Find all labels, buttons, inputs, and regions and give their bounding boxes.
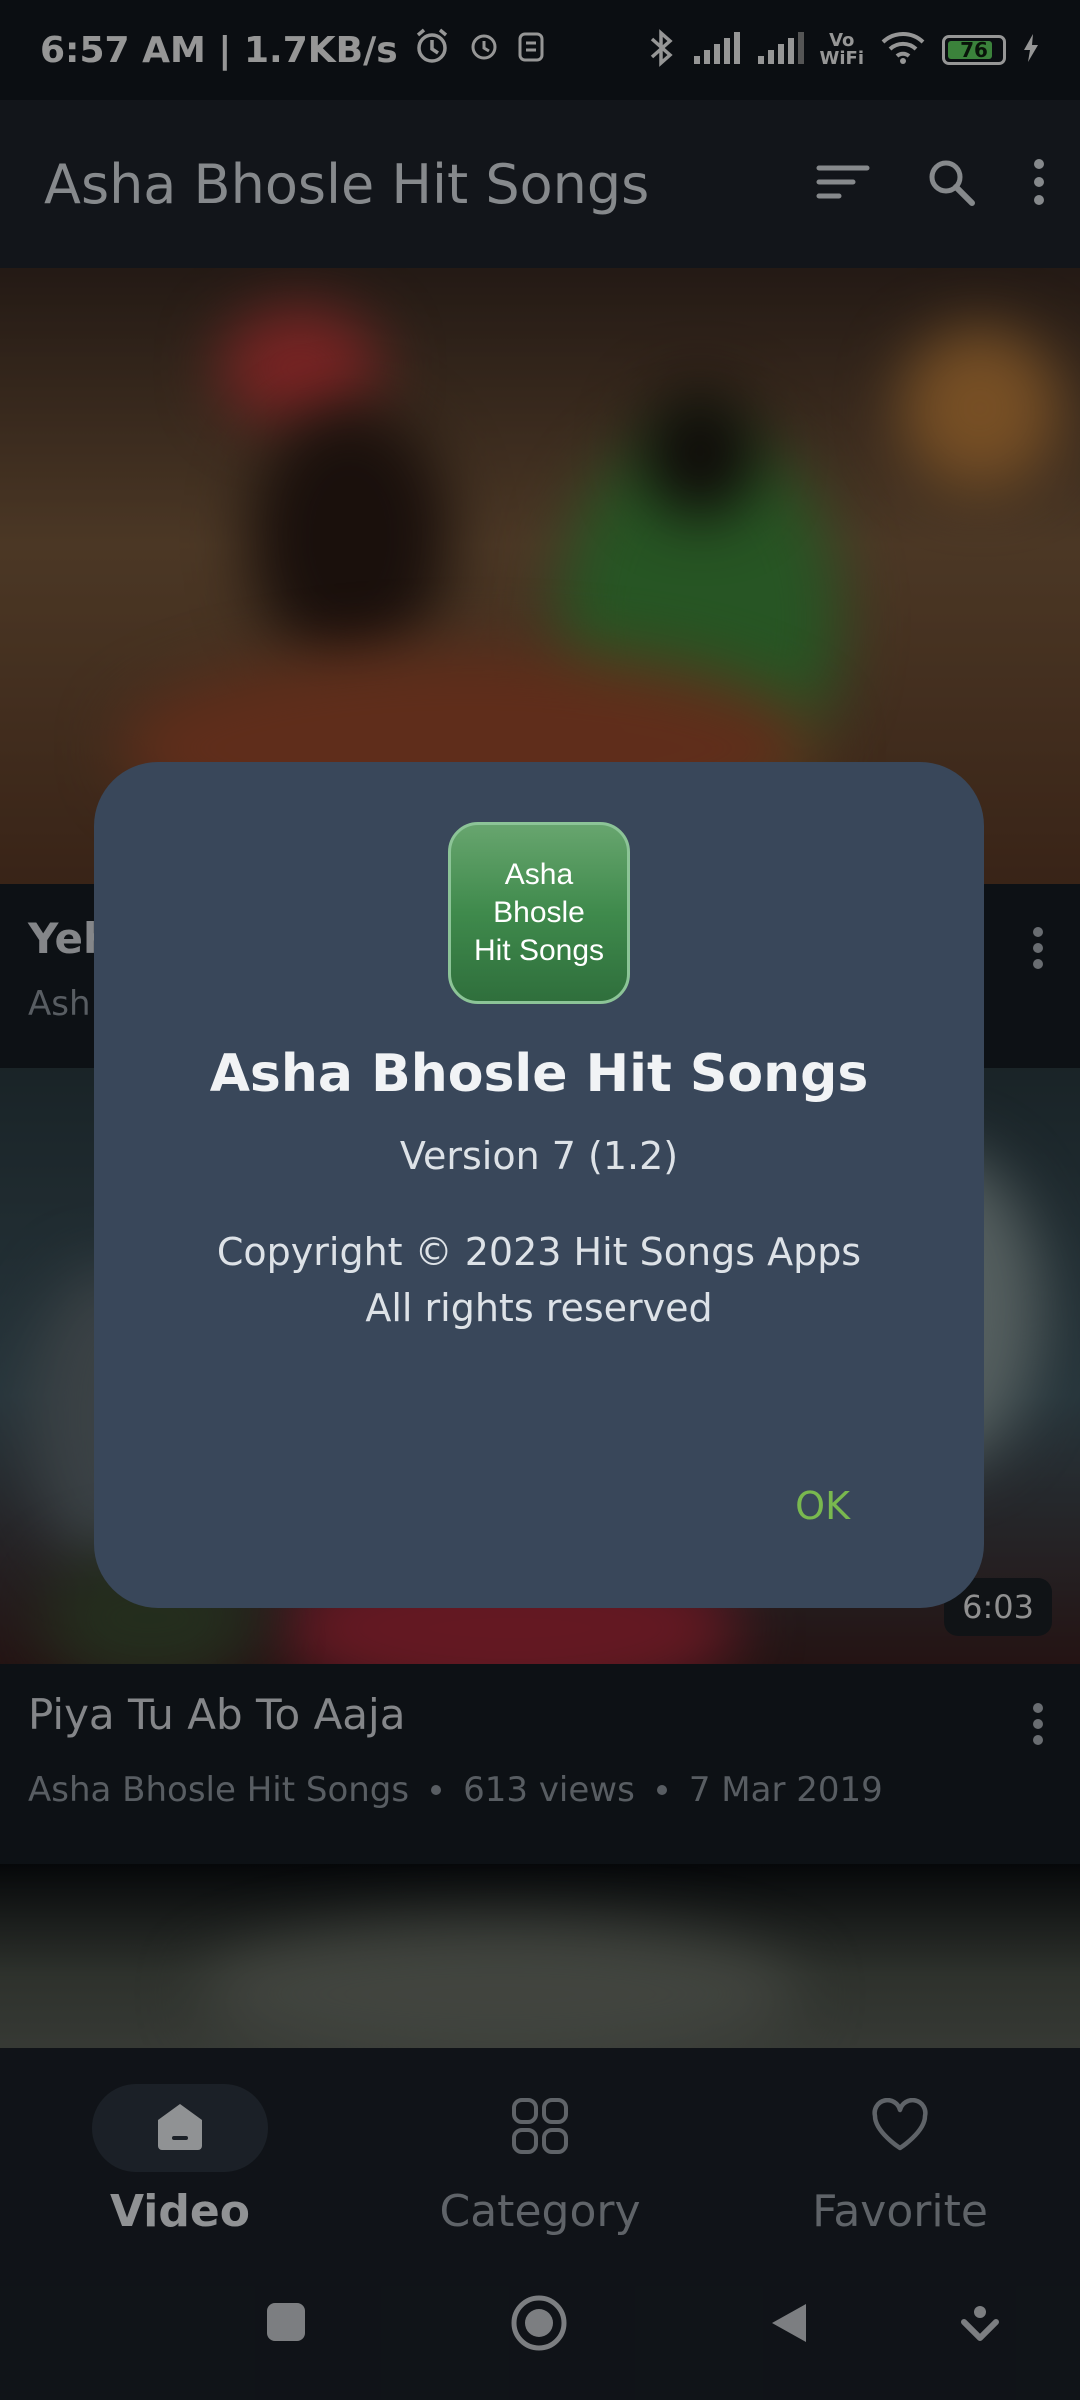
app-logo-icon: Asha Bhosle Hit Songs <box>448 822 630 1004</box>
about-dialog: Asha Bhosle Hit Songs Asha Bhosle Hit So… <box>94 762 984 1608</box>
copyright-line: Copyright © 2023 Hit Songs Apps <box>216 1230 862 1274</box>
rights-line: All rights reserved <box>365 1286 713 1330</box>
ok-button[interactable]: OK <box>779 1476 866 1536</box>
app-logo-text: Asha Bhosle Hit Songs <box>473 858 605 967</box>
dialog-version: Version 7 (1.2) <box>399 1134 679 1178</box>
dialog-copyright: Copyright © 2023 Hit Songs Apps All righ… <box>94 1224 984 1336</box>
dialog-title: Asha Bhosle Hit Songs <box>209 1044 869 1104</box>
